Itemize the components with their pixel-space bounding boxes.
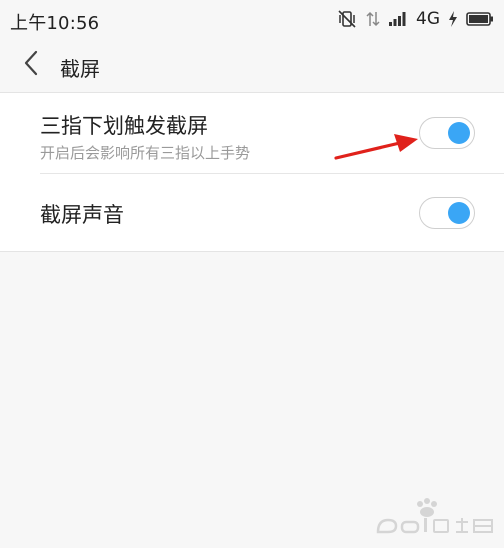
toggle-knob xyxy=(448,202,470,224)
status-time: 上午10:56 xyxy=(10,13,100,34)
charging-icon xyxy=(448,10,458,28)
toggle-knob xyxy=(448,122,470,144)
three-finger-screenshot-toggle[interactable] xyxy=(419,117,475,149)
settings-list: 三指下划触发截屏 开启后会影响所有三指以上手势 截屏声音 xyxy=(0,92,504,252)
status-bar: 上午10:56 4G xyxy=(0,0,504,38)
data-transfer-icon xyxy=(366,10,380,28)
chevron-left-icon xyxy=(23,50,39,80)
status-icons: 4G xyxy=(336,8,494,30)
setting-title: 三指下划触发截屏 xyxy=(40,114,208,138)
page-title: 截屏 xyxy=(60,57,100,81)
vibrate-mute-icon xyxy=(336,9,358,29)
annotation-arrow-icon xyxy=(334,134,418,160)
setting-screenshot-sound[interactable]: 截屏声音 xyxy=(0,173,504,251)
battery-icon xyxy=(466,11,494,27)
signal-icon xyxy=(388,11,408,27)
back-button[interactable] xyxy=(14,48,48,82)
network-type: 4G xyxy=(416,9,440,29)
title-bar: 截屏 xyxy=(0,38,504,92)
setting-three-finger-screenshot[interactable]: 三指下划触发截屏 开启后会影响所有三指以上手势 xyxy=(0,93,504,173)
screenshot-sound-toggle[interactable] xyxy=(419,197,475,229)
setting-title: 截屏声音 xyxy=(40,203,124,227)
setting-description: 开启后会影响所有三指以上手势 xyxy=(40,144,251,162)
watermark-logo-icon xyxy=(376,498,493,534)
